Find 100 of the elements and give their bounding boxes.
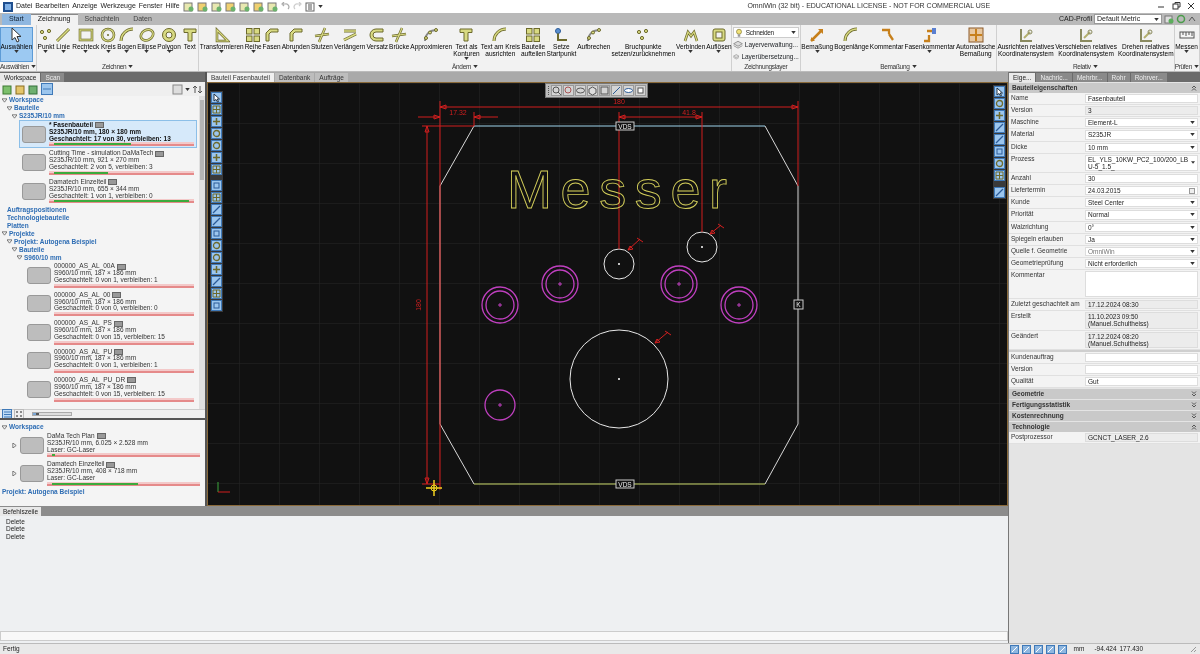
arc-points-icon [585, 27, 602, 43]
version-tag-icon [108, 179, 118, 186]
property-field[interactable] [1085, 271, 1198, 298]
layers-icon [732, 52, 740, 62]
close-icon[interactable] [1185, 2, 1197, 11]
arc-icon [843, 27, 860, 43]
caret-icon [185, 87, 190, 91]
app-logo-icon [3, 1, 13, 12]
diagonal-line-icon[interactable] [211, 204, 222, 215]
circle-icon[interactable] [211, 128, 222, 139]
cursor-icon[interactable] [211, 92, 222, 103]
calendar-icon[interactable] [1189, 187, 1195, 194]
collapse-ribbon-icon[interactable] [1188, 15, 1196, 23]
grid-icon[interactable] [211, 192, 222, 203]
marked-circle [660, 265, 698, 303]
cursor-icon[interactable] [994, 86, 1005, 97]
version-tag-icon [114, 349, 124, 356]
caret-icon [317, 5, 323, 8]
plus-icon[interactable] [211, 152, 222, 163]
hole-circle [686, 231, 718, 263]
marked-circle [481, 286, 519, 324]
redo-icon[interactable] [292, 2, 302, 11]
corner-icon [263, 27, 280, 43]
part-thumbnail [27, 380, 51, 398]
zoom-icon[interactable] [551, 85, 562, 96]
restore-icon[interactable] [1170, 2, 1182, 11]
pin-icon [553, 27, 570, 43]
plus-icon[interactable] [211, 264, 222, 275]
part-thumbnail [27, 323, 51, 341]
undo-icon[interactable] [280, 2, 290, 11]
caret-icon [1190, 225, 1195, 229]
square-icon[interactable] [211, 300, 222, 311]
part-thumbnail [22, 154, 46, 172]
part-thumbnail [27, 267, 51, 285]
caret-icon [1190, 145, 1195, 149]
part-thumbnail [27, 295, 51, 313]
axes-icon [1137, 27, 1154, 43]
plus-icon[interactable] [994, 110, 1005, 121]
version-tag-icon [116, 263, 126, 270]
axes-icon [1078, 27, 1095, 43]
caret-icon [1190, 213, 1195, 217]
caret-icon [1190, 262, 1195, 266]
snap-icon[interactable] [611, 85, 622, 96]
marked-circle [720, 286, 758, 324]
arc-icon [492, 27, 509, 43]
marked-circle [541, 265, 579, 303]
diagonal-line-icon[interactable] [211, 216, 222, 227]
grid-icon[interactable] [211, 288, 222, 299]
split-view-icon[interactable] [41, 83, 53, 95]
grid-icon[interactable] [994, 170, 1005, 181]
diagonal-line-icon[interactable] [994, 187, 1005, 198]
dimension-grid-icon [967, 27, 984, 43]
u-shape-icon [369, 27, 386, 43]
circle-icon[interactable] [211, 140, 222, 151]
arc-icon [118, 27, 135, 43]
drag-handle-icon [547, 85, 550, 96]
leader-line [709, 223, 725, 235]
diagonal-line-icon[interactable] [994, 122, 1005, 133]
part-thumbnail [27, 352, 51, 370]
plus-icon[interactable] [211, 116, 222, 127]
sort-icon[interactable] [192, 83, 203, 95]
points-icon [37, 27, 54, 43]
scrollbar[interactable] [199, 96, 205, 409]
scrollbar-thumb[interactable] [200, 100, 204, 180]
circle-icon [100, 27, 117, 43]
collapse-toggle[interactable] [12, 471, 17, 477]
triangle-icon [213, 27, 230, 43]
engraving-text: Messer [507, 159, 727, 219]
circle-icon[interactable] [211, 252, 222, 263]
collapse-toggle[interactable] [12, 442, 17, 448]
version-tag-icon [106, 461, 116, 468]
expand-toggle[interactable] [2, 424, 7, 430]
property-field[interactable] [1085, 364, 1198, 374]
circle-icon[interactable] [994, 158, 1005, 169]
grid-icon[interactable] [211, 164, 222, 175]
square-icon[interactable] [211, 228, 222, 239]
part-thumbnail [22, 182, 46, 200]
caret-icon [1154, 17, 1159, 21]
version-tag-icon [113, 320, 123, 327]
property-field[interactable] [1085, 352, 1198, 362]
caret-icon [1190, 237, 1195, 241]
diagonal-line-icon[interactable] [211, 276, 222, 287]
diagonal-bars-icon [341, 27, 358, 43]
caret-icon [1190, 133, 1195, 137]
leader-line [627, 237, 644, 251]
version-tag-icon [127, 377, 137, 384]
square-icon[interactable] [994, 146, 1005, 157]
version-tag-icon [95, 122, 105, 129]
circle-icon[interactable] [211, 240, 222, 251]
thumbnail-size-slider[interactable] [32, 412, 72, 416]
corner-icon [287, 27, 304, 43]
version-tag-icon [96, 433, 106, 440]
caret-icon [1190, 161, 1195, 165]
diagonal-arrow-icon [809, 27, 826, 43]
diagonal-line-icon[interactable] [994, 134, 1005, 145]
square-icon[interactable] [211, 180, 222, 191]
caret-icon [1190, 249, 1195, 253]
t-shape-icon [458, 27, 475, 43]
command-input[interactable] [0, 631, 1008, 641]
arc-points-icon [423, 27, 440, 43]
